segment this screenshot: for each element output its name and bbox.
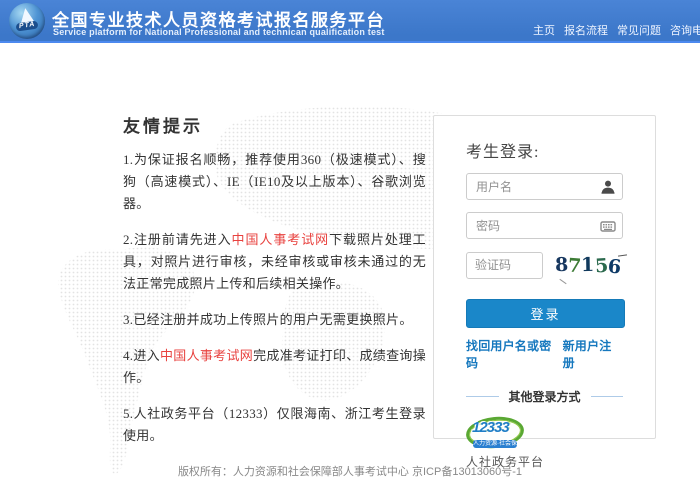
- logo-12333-icon[interactable]: 12333 人力资源·社会保障: [466, 417, 524, 448]
- page-subtitle: Service platform for National Profession…: [53, 27, 385, 37]
- password-field-wrap: [466, 212, 623, 239]
- tip-item-5: 5.人社政务平台（12333）仅限海南、浙江考生登录使用。: [123, 403, 426, 447]
- tip-item-1: 1.为保证报名顺畅，推荐使用360（极速模式）、搜狗（高速模式）、IE（IE10…: [123, 149, 426, 215]
- nav-link-registration-process[interactable]: 报名流程: [564, 22, 608, 38]
- tips-heading: 友情提示: [123, 112, 426, 137]
- tip-item-2: 2.注册前请先进入中国人事考试网下载照片处理工具，对照片进行审核，未经审核或审核…: [123, 229, 426, 295]
- register-link[interactable]: 新用户注册: [563, 337, 623, 371]
- divider-line: [591, 396, 624, 397]
- forgot-credentials-link[interactable]: 找回用户名或密码: [466, 337, 563, 371]
- header: PTA 全国专业技术人员资格考试报名服务平台 Service platform …: [0, 0, 700, 43]
- nav-link-home[interactable]: 主页: [533, 22, 555, 38]
- login-panel: 考生登录:: [433, 115, 656, 439]
- platform-logo-icon: PTA: [9, 3, 45, 39]
- divider-line: [466, 396, 499, 397]
- login-heading: 考生登录:: [466, 138, 623, 162]
- other-login-label: 其他登录方式: [499, 388, 591, 405]
- captcha-image[interactable]: 8 7 1 5 6: [553, 251, 623, 279]
- cpta-website-link[interactable]: 中国人事考试网: [232, 232, 330, 247]
- login-links: 找回用户名或密码 新用户注册: [466, 337, 623, 371]
- tips-section: 友情提示 1.为保证报名顺畅，推荐使用360（极速模式）、搜狗（高速模式）、IE…: [123, 112, 426, 461]
- captcha-input[interactable]: [466, 252, 543, 279]
- login-button[interactable]: 登录: [466, 299, 625, 328]
- tip-item-3: 3.已经注册并成功上传照片的用户无需更换照片。: [123, 309, 426, 331]
- header-nav: 主页 报名流程 常见问题 咨询电话: [533, 22, 700, 38]
- tip-item-4: 4.进入中国人事考试网完成准考证打印、成绩查询操作。: [123, 345, 426, 389]
- main-content: 友情提示 1.为保证报名顺畅，推荐使用360（极速模式）、搜狗（高速模式）、IE…: [0, 45, 700, 491]
- footer-copyright: 版权所有：人力资源和社会保障部人事考试中心 京ICP备13013060号-1: [0, 463, 700, 479]
- cpta-website-link[interactable]: 中国人事考试网: [160, 348, 253, 363]
- nav-link-consult-phone[interactable]: 咨询电话: [670, 22, 700, 38]
- other-login-divider: 其他登录方式: [466, 388, 623, 405]
- logo-text: PTA: [16, 20, 39, 31]
- user-icon: [600, 179, 616, 195]
- username-field-wrap: [466, 173, 623, 200]
- keyboard-icon: [600, 218, 616, 234]
- captcha-row: 8 7 1 5 6: [466, 251, 623, 279]
- nav-link-faq[interactable]: 常见问题: [617, 22, 661, 38]
